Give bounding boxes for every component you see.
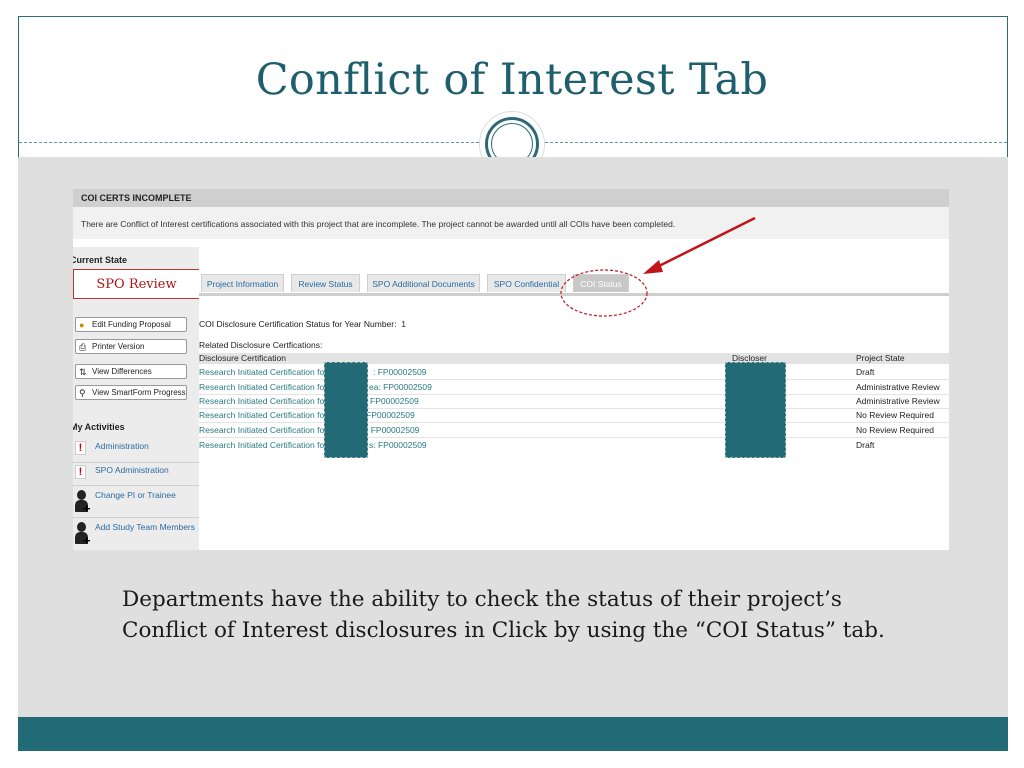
app-screenshot: COI CERTS INCOMPLETE There are Conflict …	[73, 189, 949, 550]
current-state-label: Current State	[73, 255, 128, 265]
tab-spo-confidential[interactable]: SPO Confidential	[487, 274, 566, 292]
tab-bar: Project Information Review Status SPO Ad…	[199, 272, 949, 294]
coi-warning-header: COI CERTS INCOMPLETE	[73, 189, 949, 207]
button-label: Printer Version	[92, 342, 145, 351]
certification-link[interactable]: Research Initiated Certification for	[199, 440, 327, 450]
tab-review-status[interactable]: Review Status	[291, 274, 360, 292]
activity-label: Change PI or Trainee	[95, 490, 176, 500]
certification-id[interactable]: : FP00002509	[366, 425, 419, 435]
tab-underline	[199, 293, 949, 296]
certification-id[interactable]: ea: FP00002509	[369, 382, 432, 392]
table-row[interactable]: Research Initiated Certification for ea:…	[199, 380, 949, 395]
project-state: Draft	[856, 367, 875, 377]
table-row[interactable]: Research Initiated Certification for : F…	[199, 423, 949, 438]
certification-link[interactable]: Research Initiated Certification for	[199, 410, 327, 420]
edit-funding-proposal-button[interactable]: ● Edit Funding Proposal	[75, 317, 187, 332]
tab-spo-additional-documents[interactable]: SPO Additional Documents	[367, 274, 480, 292]
activity-change-pi[interactable]: + Change PI or Trainee	[73, 490, 199, 520]
divider	[73, 485, 199, 486]
exclamation-icon: !	[75, 465, 86, 479]
tab-project-information[interactable]: Project Information	[201, 274, 284, 292]
column-header[interactable]: Disclosure Certification	[199, 353, 286, 363]
table-header: Disclosure Certification Discloser Proje…	[199, 353, 949, 364]
add-person-icon: +	[75, 490, 91, 516]
activity-label: SPO Administration	[95, 465, 169, 475]
exclamation-icon: !	[75, 441, 86, 455]
status-label: COI Disclosure Certification Status for …	[199, 319, 397, 329]
button-label: View SmartForm Progress	[92, 388, 186, 397]
my-activities-label: My Activities	[73, 422, 125, 432]
activity-add-study-team[interactable]: + Add Study Team Members	[73, 522, 199, 550]
divider	[73, 462, 199, 463]
compare-icon: ⇅	[79, 367, 87, 377]
certification-link[interactable]: Research Initiated Certification for	[199, 367, 327, 377]
view-smartform-progress-button[interactable]: ⚲ View SmartForm Progress	[75, 385, 187, 400]
table-row[interactable]: Research Initiated Certification for FP0…	[199, 408, 949, 423]
coi-warning-message: There are Conflict of Interest certifica…	[73, 207, 949, 239]
project-state: Draft	[856, 440, 875, 450]
printer-icon: ⎙	[79, 342, 87, 352]
project-state: Administrative Review	[856, 382, 940, 392]
button-label: Edit Funding Proposal	[92, 320, 171, 329]
status-year-label: COI Disclosure Certification Status for …	[199, 319, 406, 329]
related-certifications-label: Related Disclosure Certfications:	[199, 340, 323, 350]
redaction-box	[324, 362, 368, 458]
certification-link[interactable]: Research Initiated Certification for	[199, 396, 327, 406]
current-state-value: SPO Review	[73, 269, 199, 299]
activity-label: Add Study Team Members	[95, 522, 195, 532]
certification-id[interactable]: : FP00002509	[373, 367, 426, 377]
view-differences-button[interactable]: ⇅ View Differences	[75, 364, 187, 379]
certification-id[interactable]: s: FP00002509	[369, 440, 427, 450]
certification-id[interactable]: FP00002509	[366, 410, 415, 420]
project-state: No Review Required	[856, 410, 934, 420]
slide-caption: Departments have the ability to check th…	[122, 587, 885, 643]
activity-spo-administration[interactable]: ! SPO Administration	[73, 465, 199, 487]
activity-administration[interactable]: ! Administration	[73, 441, 199, 463]
printer-version-button[interactable]: ⎙ Printer Version	[75, 339, 187, 354]
divider	[73, 517, 199, 518]
project-state: No Review Required	[856, 425, 934, 435]
sidebar: Current State SPO Review ● Edit Funding …	[73, 247, 199, 550]
certification-id[interactable]: FP00002509	[370, 396, 419, 406]
button-label: View Differences	[92, 367, 152, 376]
column-header[interactable]: Project State	[856, 353, 905, 363]
slide-title: Conflict of Interest Tab	[255, 55, 769, 105]
table-row[interactable]: Research Initiated Certification for : F…	[199, 365, 949, 380]
year-number: 1	[401, 319, 406, 329]
title-divider-left	[19, 142, 479, 143]
certification-link[interactable]: Research Initiated Certification for	[199, 425, 327, 435]
activity-label: Administration	[95, 441, 149, 451]
redaction-box	[725, 362, 786, 458]
pencil-icon: ●	[79, 320, 85, 330]
tab-coi-status[interactable]: COI Status	[573, 274, 629, 292]
certification-link[interactable]: Research Initiated Certification for	[199, 382, 327, 392]
add-person-icon: +	[75, 522, 91, 548]
table-row[interactable]: Research Initiated Certification for FP0…	[199, 394, 949, 409]
title-divider-right	[545, 142, 1007, 143]
project-state: Administrative Review	[856, 396, 940, 406]
magnifier-icon: ⚲	[79, 388, 86, 398]
table-row[interactable]: Research Initiated Certification for s: …	[199, 438, 949, 453]
footer-bar	[18, 717, 1008, 751]
